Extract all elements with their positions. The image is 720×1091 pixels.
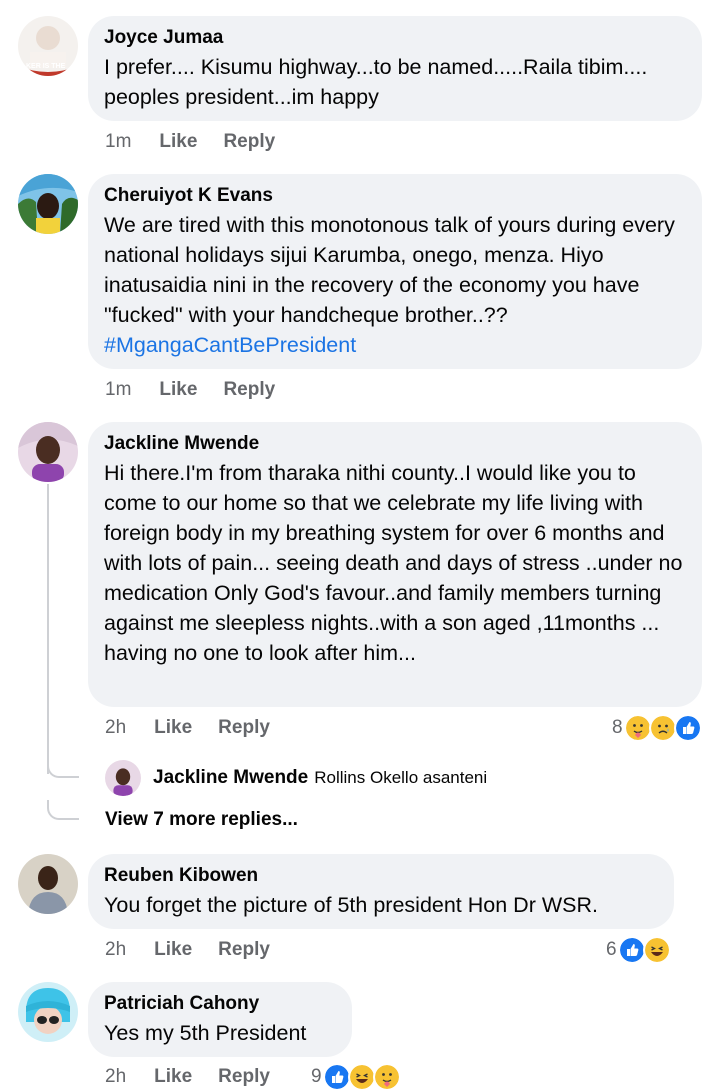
comment-text: We are tired with this monotonous talk o… <box>104 210 686 360</box>
avatar[interactable] <box>18 174 78 234</box>
like-button[interactable]: Like <box>159 379 197 400</box>
view-more-replies[interactable]: View 7 more replies... <box>105 809 298 831</box>
sad-reaction-icon <box>648 714 677 742</box>
commenter-name[interactable]: Patriciah Cahony <box>104 992 336 1016</box>
reply-preview[interactable]: Jackline Mwende Rollins Okello asanteni <box>105 760 487 796</box>
like-button[interactable]: Like <box>159 131 197 152</box>
timestamp[interactable]: 1m <box>105 379 131 400</box>
reaction-summary[interactable]: 6 <box>606 936 671 964</box>
comment-text: I prefer.... Kisumu highway...to be name… <box>104 55 648 109</box>
reply-button[interactable]: Reply <box>218 1066 270 1087</box>
care-reaction-icon <box>623 714 652 742</box>
avatar[interactable]: KER IS THE <box>18 16 78 76</box>
commenter-name[interactable]: Reuben Kibowen <box>104 864 658 888</box>
reply-button[interactable]: Reply <box>223 379 275 400</box>
comment-bubble: Cheruiyot K Evans We are tired with this… <box>88 174 702 369</box>
reaction-count: 8 <box>612 717 623 738</box>
thread-branch <box>47 760 79 778</box>
haha-reaction-icon <box>347 1063 376 1091</box>
hashtag-link[interactable]: #MgangaCantBePresident <box>104 333 356 357</box>
comment-actions: 2h Like Reply <box>105 939 296 961</box>
avatar[interactable] <box>18 982 78 1042</box>
commenter-name[interactable]: Cheruiyot K Evans <box>104 184 686 208</box>
reaction-count: 9 <box>311 1066 322 1087</box>
like-button[interactable]: Like <box>154 939 192 960</box>
avatar[interactable] <box>18 422 78 482</box>
reply-button[interactable]: Reply <box>223 131 275 152</box>
comment-text: You forget the picture of 5th president … <box>104 893 598 917</box>
timestamp[interactable]: 2h <box>105 939 126 960</box>
avatar-caption: KER IS THE <box>26 63 66 70</box>
like-reaction-icon <box>617 936 646 964</box>
commenter-name[interactable]: Joyce Jumaa <box>104 26 686 50</box>
timestamp[interactable]: 2h <box>105 717 126 738</box>
comment-actions: 2h Like Reply <box>105 717 296 739</box>
reply-button[interactable]: Reply <box>218 939 270 960</box>
reaction-count: 6 <box>606 939 617 960</box>
commenter-name[interactable]: Jackline Mwende <box>104 432 686 456</box>
reply-avatar <box>105 760 141 796</box>
reply-author[interactable]: Jackline Mwende <box>153 767 308 789</box>
like-button[interactable]: Like <box>154 1066 192 1087</box>
timestamp[interactable]: 1m <box>105 131 131 152</box>
timestamp[interactable]: 2h <box>105 1066 126 1087</box>
comment-bubble: Joyce Jumaa I prefer.... Kisumu highway.… <box>88 16 702 121</box>
comment-actions: 2h Like Reply <box>105 1066 296 1088</box>
reply-button[interactable]: Reply <box>218 717 270 738</box>
like-reaction-icon <box>673 714 702 742</box>
comment-bubble: Patriciah Cahony Yes my 5th President <box>88 982 352 1057</box>
thread-branch <box>47 800 79 820</box>
haha-reaction-icon <box>642 936 671 964</box>
care-reaction-icon <box>372 1063 401 1091</box>
avatar[interactable] <box>18 854 78 914</box>
reaction-summary[interactable]: 9 <box>311 1063 401 1091</box>
like-reaction-icon <box>322 1063 351 1091</box>
like-button[interactable]: Like <box>154 717 192 738</box>
reaction-summary[interactable]: 8 <box>612 714 702 742</box>
comment-text: Hi there.I'm from tharaka nithi county..… <box>104 461 683 665</box>
reply-snippet: Rollins Okello asanteni <box>314 768 488 787</box>
comment-bubble: Jackline Mwende Hi there.I'm from tharak… <box>88 422 702 707</box>
comment-text: Yes my 5th President <box>104 1021 307 1045</box>
comment-body: We are tired with this monotonous talk o… <box>104 213 675 327</box>
comment-actions: 1m Like Reply <box>105 131 301 153</box>
comment-actions: 1m Like Reply <box>105 379 301 401</box>
comment-bubble: Reuben Kibowen You forget the picture of… <box>88 854 674 929</box>
thread-line <box>47 484 49 774</box>
